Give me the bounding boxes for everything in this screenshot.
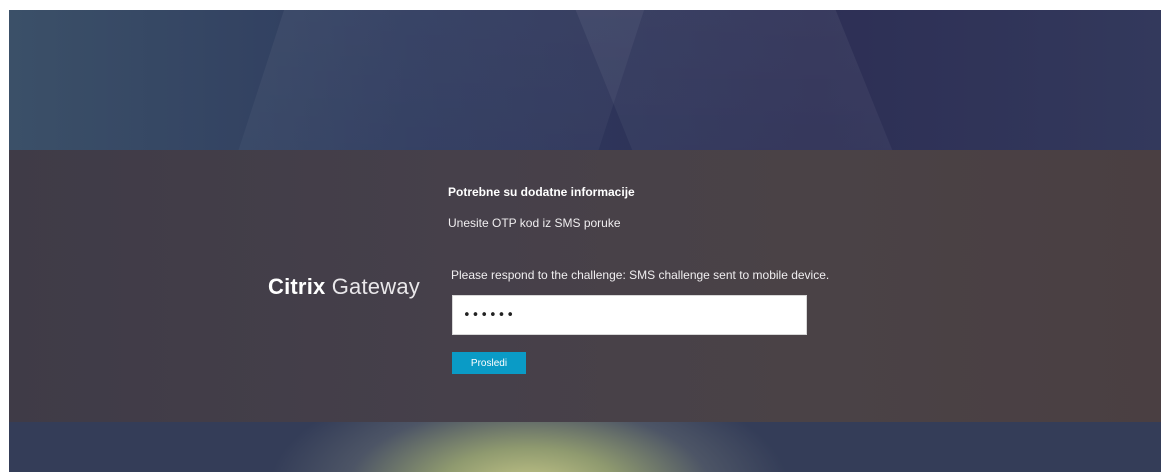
otp-password-input[interactable] bbox=[452, 295, 807, 335]
background-bottom-glow bbox=[9, 420, 1161, 472]
login-page-background: Citrix Gateway Potrebne su dodatne infor… bbox=[9, 10, 1161, 472]
brand-name-bold: Citrix bbox=[268, 274, 326, 299]
form-title: Potrebne su dodatne informacije bbox=[448, 185, 635, 199]
brand-name-light: Gateway bbox=[331, 274, 420, 299]
citrix-gateway-logo: Citrix Gateway bbox=[268, 274, 420, 300]
form-subtitle: Unesite OTP kod iz SMS poruke bbox=[448, 216, 621, 230]
challenge-label: Please respond to the challenge: SMS cha… bbox=[451, 268, 830, 282]
login-band: Citrix Gateway Potrebne su dodatne infor… bbox=[9, 150, 1161, 422]
submit-button[interactable]: Prosledi bbox=[452, 352, 526, 374]
